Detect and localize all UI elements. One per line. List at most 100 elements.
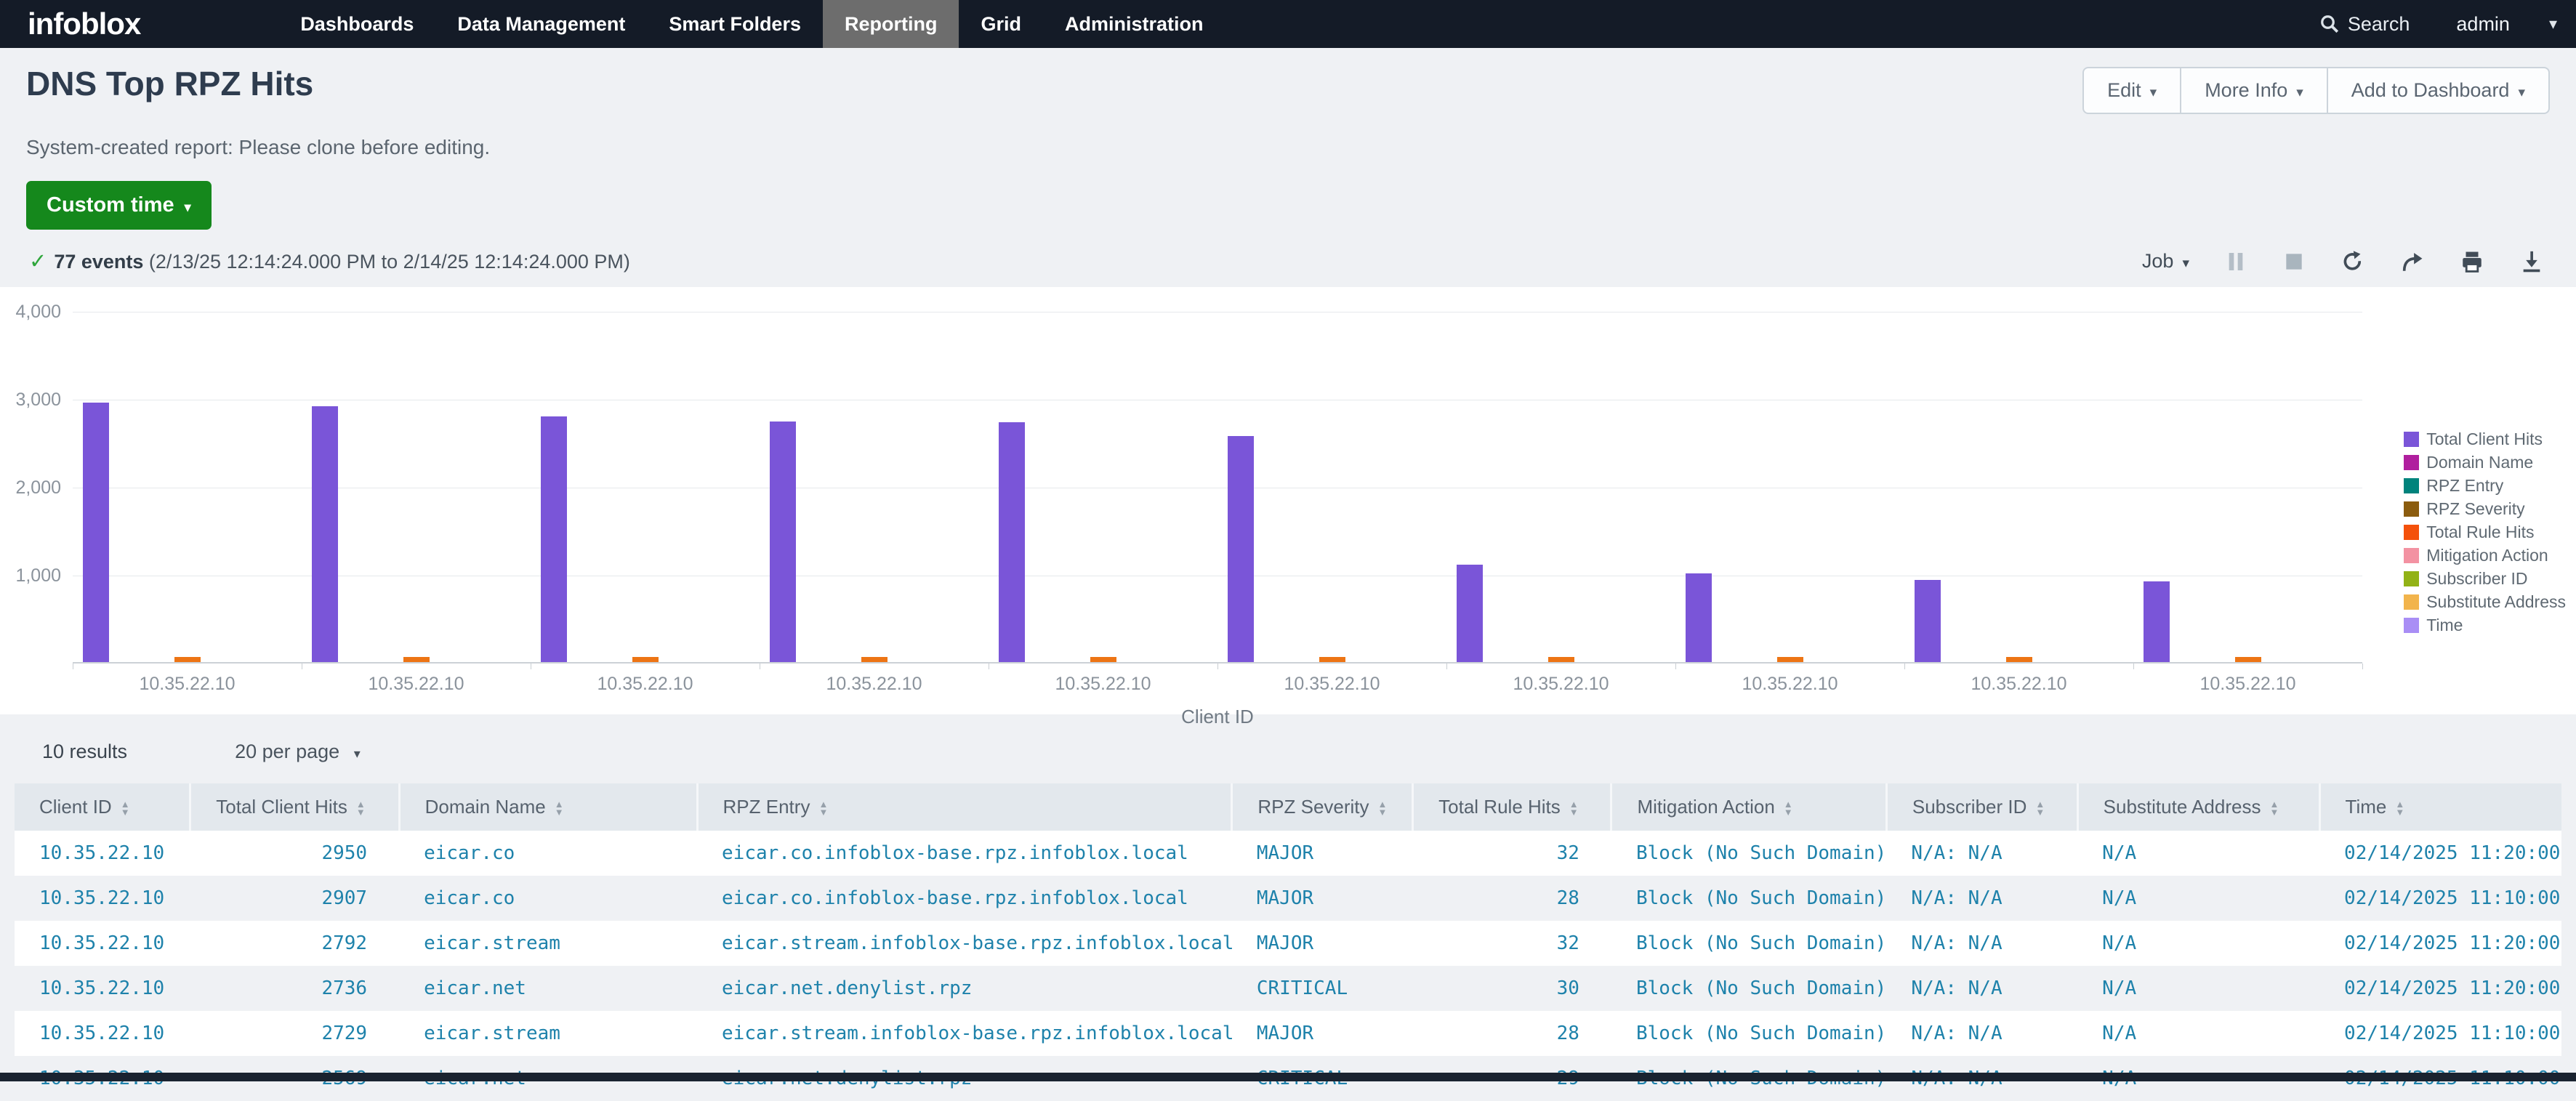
cell-time: 02/14/2025 11:20:00 (2319, 831, 2561, 876)
x-axis-label: 10.35.22.10 (302, 674, 531, 695)
user-menu-chevron-down-icon[interactable]: ▾ (2549, 15, 2557, 33)
nav-item-administration[interactable]: Administration (1043, 0, 1225, 48)
stop-icon (2282, 250, 2306, 273)
cell-client-id: 10.35.22.10 (15, 876, 190, 921)
cell-total-rule-hits: 32 (1413, 831, 1611, 876)
edit-button[interactable]: Edit▾ (2084, 68, 2180, 113)
legend-label: Time (2426, 616, 2463, 635)
cell-mitigation-action: Block (No Such Domain) (1611, 921, 1886, 966)
bar-total-client-hits (770, 422, 796, 662)
pause-button[interactable] (2224, 250, 2247, 273)
sort-icon[interactable]: ▲▼ (1784, 800, 1793, 816)
chevron-down-icon: ▾ (185, 200, 191, 214)
legend-swatch (2404, 618, 2419, 633)
per-page-select[interactable]: 20 per page ▾ (235, 741, 361, 763)
legend-swatch (2404, 432, 2419, 447)
column-header-rpz-entry[interactable]: RPZ Entry ▲▼ (697, 783, 1232, 831)
bar-total-rule-hits (1777, 657, 1803, 662)
nav-item-dashboards[interactable]: Dashboards (278, 0, 435, 48)
column-header-time[interactable]: Time▲▼ (2319, 783, 2561, 831)
cell-domain-name: eicar.net (399, 966, 697, 1011)
sort-icon[interactable]: ▲▼ (555, 800, 564, 816)
share-button[interactable] (2400, 249, 2425, 274)
edit-label: Edit (2107, 79, 2141, 101)
table-row[interactable]: 10.35.22.102950eicar.coeicar.co.infoblox… (15, 831, 2561, 876)
column-header-client-id[interactable]: Client ID▲▼ (15, 783, 190, 831)
x-axis-label: 10.35.22.10 (760, 674, 989, 695)
cell-mitigation-action: Block (No Such Domain) (1611, 876, 1886, 921)
sort-icon[interactable]: ▲▼ (818, 800, 828, 816)
x-axis-title: Client ID (73, 706, 2362, 728)
legend-item-rpz-severity: RPZ Severity (2404, 499, 2566, 519)
cell-domain-name: eicar.co (399, 876, 697, 921)
print-button[interactable] (2460, 249, 2484, 274)
nav-item-data-management[interactable]: Data Management (435, 0, 647, 48)
search-button[interactable]: Search (2319, 13, 2410, 36)
x-axis-label: 10.35.22.10 (1217, 674, 1446, 695)
sort-icon[interactable]: ▲▼ (2395, 800, 2404, 816)
legend-swatch (2404, 478, 2419, 493)
column-label: Total Client Hits (216, 796, 347, 818)
bar-total-client-hits (1457, 565, 1483, 662)
cell-total-rule-hits: 30 (1413, 966, 1611, 1011)
sort-icon[interactable]: ▲▼ (1569, 800, 1579, 816)
cell-total-client-hits: 2950 (190, 831, 399, 876)
bar-total-rule-hits (861, 657, 887, 662)
cell-subscriber-id: N/A: N/A (1886, 1011, 2077, 1056)
legend-item-total-client-hits: Total Client Hits (2404, 429, 2566, 449)
table-row[interactable]: 10.35.22.102736eicar.neteicar.net.denyli… (15, 966, 2561, 1011)
bar-total-client-hits (999, 422, 1025, 662)
cell-substitute-address: N/A (2077, 1011, 2319, 1056)
more-info-button[interactable]: More Info▾ (2180, 68, 2327, 113)
table-row[interactable]: 10.35.22.102907eicar.coeicar.co.infoblox… (15, 876, 2561, 921)
job-menu[interactable]: Job▾ (2142, 250, 2189, 273)
nav-item-reporting[interactable]: Reporting (823, 0, 959, 48)
cell-rpz-severity: MAJOR (1232, 831, 1413, 876)
cell-rpz-severity: MAJOR (1232, 876, 1413, 921)
refresh-button[interactable] (2340, 249, 2365, 274)
cell-client-id: 10.35.22.10 (15, 921, 190, 966)
cell-mitigation-action: Block (No Such Domain) (1611, 1011, 1886, 1056)
nav-item-smart-folders[interactable]: Smart Folders (647, 0, 823, 48)
x-axis-tick (1675, 664, 1676, 669)
custom-time-button[interactable]: Custom time▾ (26, 181, 212, 230)
sort-icon[interactable]: ▲▼ (356, 800, 366, 816)
bar-total-client-hits (83, 403, 109, 662)
x-axis-label: 10.35.22.10 (989, 674, 1217, 695)
sort-icon[interactable]: ▲▼ (2269, 800, 2279, 816)
sort-icon[interactable]: ▲▼ (121, 800, 130, 816)
chevron-down-icon: ▾ (2518, 85, 2525, 100)
success-check-icon: ✓ (29, 250, 47, 273)
table-row[interactable]: 10.35.22.102729eicar.streameicar.stream.… (15, 1011, 2561, 1056)
table-row[interactable]: 10.35.22.102792eicar.streameicar.stream.… (15, 921, 2561, 966)
y-axis-label: 1,000 (0, 565, 61, 586)
status-row: ✓77 events (2/13/25 12:14:24.000 PM to 2… (0, 230, 2576, 284)
cell-total-client-hits: 2792 (190, 921, 399, 966)
user-menu[interactable]: admin (2456, 13, 2510, 36)
sort-icon[interactable]: ▲▼ (2035, 800, 2045, 816)
add-to-dashboard-button[interactable]: Add to Dashboard ▾ (2327, 68, 2548, 113)
events-range: (2/13/25 12:14:24.000 PM to 2/14/25 12:1… (149, 251, 630, 273)
column-header-total-client-hits[interactable]: Total Client Hits ▲▼ (190, 783, 399, 831)
legend-label: Substitute Address (2426, 592, 2566, 612)
column-header-mitigation-action[interactable]: Mitigation Action▲▼ (1611, 783, 1886, 831)
top-nav: infoblox DashboardsData ManagementSmart … (0, 0, 2576, 48)
cell-time: 02/14/2025 11:10:00 (2319, 876, 2561, 921)
nav-item-grid[interactable]: Grid (959, 0, 1043, 48)
add-to-dashboard-label: Add to Dashboard (2351, 79, 2510, 101)
sort-icon[interactable]: ▲▼ (1378, 800, 1388, 816)
x-axis-tick (1217, 664, 1218, 669)
column-header-rpz-severity[interactable]: RPZ Severity▲▼ (1232, 783, 1413, 831)
cell-time: 02/14/2025 11:10:00 (2319, 1011, 2561, 1056)
export-button[interactable] (2519, 249, 2544, 274)
column-header-total-rule-hits[interactable]: Total Rule Hits▲▼ (1413, 783, 1611, 831)
chart-plot-area: 1,0002,0003,0004,00010.35.22.1010.35.22.… (73, 312, 2362, 664)
column-header-substitute-address[interactable]: Substitute Address▲▼ (2077, 783, 2319, 831)
horizontal-scrollbar[interactable] (0, 1073, 2576, 1081)
stop-button[interactable] (2282, 250, 2306, 273)
x-axis-label: 10.35.22.10 (73, 674, 302, 695)
column-header-subscriber-id[interactable]: Subscriber ID▲▼ (1886, 783, 2077, 831)
cell-subscriber-id: N/A: N/A (1886, 876, 2077, 921)
column-header-domain-name[interactable]: Domain Name▲▼ (399, 783, 697, 831)
column-label: RPZ Entry (723, 796, 810, 818)
